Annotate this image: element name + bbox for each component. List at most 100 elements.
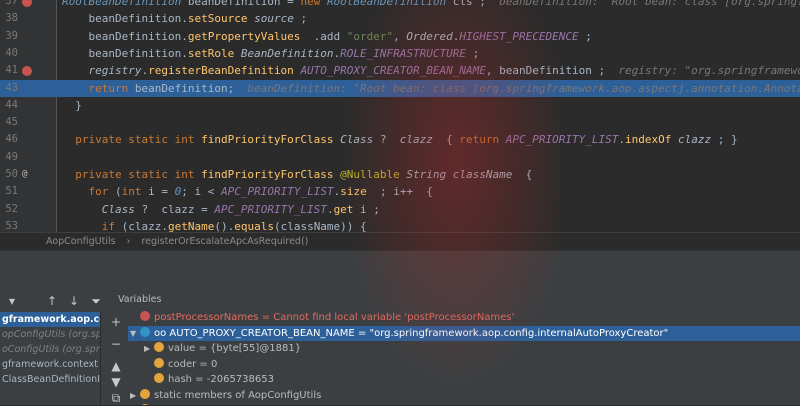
code-text[interactable]: private static int findPriorityForClass … [62, 131, 738, 148]
code-token: APC_PRIORITY_LIST [214, 202, 327, 216]
code-line[interactable]: 49 [0, 149, 800, 166]
error-icon [140, 311, 150, 321]
line-number[interactable]: 52 [0, 201, 18, 218]
copy-icon[interactable]: ⧉ [108, 390, 124, 406]
code-token: findPriorityForClass [201, 133, 334, 147]
expand-icon[interactable]: ▶ [130, 388, 140, 403]
code-text[interactable]: RootBeanDefinition beanDefinition = new … [62, 0, 800, 10]
variable-row[interactable]: postProcessorNames = Cannot find local v… [128, 310, 800, 325]
code-token: BeanDefinition [240, 46, 334, 60]
code-line[interactable]: 39 beanDefinition.getPropertyValues .add… [0, 28, 800, 45]
line-number[interactable]: 45 [0, 114, 18, 131]
code-text[interactable]: } [62, 97, 82, 114]
code-text[interactable]: Class ? clazz = APC_PRIORITY_LIST.get i … [62, 201, 380, 218]
funnel-icon[interactable]: ⏷ [88, 293, 104, 309]
code-token: indexOf [624, 133, 672, 147]
stack-frame[interactable]: gframework.aop.conf [0, 312, 100, 327]
variable-row[interactable]: ▼ oo AUTO_PROXY_CREATOR_BEAN_NAME = "org.… [128, 325, 800, 341]
code-text[interactable]: private static int findPriorityForClass … [62, 166, 532, 183]
code-text[interactable]: for (int i = 0; i < APC_PRIORITY_LIST.si… [62, 183, 432, 200]
line-number[interactable]: 37 [0, 0, 18, 10]
code-text[interactable]: return beanDefinition; beanDefinition: "… [62, 80, 800, 97]
line-number[interactable]: 40 [0, 45, 18, 62]
line-number[interactable]: 43 [0, 80, 18, 97]
variable-text: hash = -2065738653 [168, 374, 274, 385]
code-token: getPropertyValues [187, 29, 301, 43]
variable-text: AUTO_PROXY_CREATOR_BEAN_NAME = "org.spri… [169, 327, 669, 339]
variable-text: coder = 0 [168, 358, 218, 370]
line-number[interactable]: 46 [0, 131, 18, 148]
filter-icon[interactable]: ▾ [4, 293, 20, 309]
code-text[interactable]: beanDefinition.setSource source ; [62, 10, 307, 27]
stack-frame[interactable]: oConfigUtils (org.spri [0, 342, 100, 357]
code-token: { [432, 133, 460, 147]
code-line[interactable]: 41 registry.registerBeanDefinition AUTO_… [0, 62, 800, 79]
line-number[interactable]: 49 [0, 149, 18, 166]
stack-frame[interactable]: opConfigUtils (org.spr [0, 327, 100, 342]
code-token: get [333, 202, 354, 216]
code-line[interactable]: 37 RootBeanDefinition beanDefinition = ne… [0, 0, 800, 10]
code-token: { [512, 168, 533, 181]
code-line[interactable]: 40 beanDefinition.setRole BeanDefinition… [0, 45, 800, 62]
line-number[interactable]: 51 [0, 183, 18, 200]
code-token: if [62, 219, 122, 232]
code-text[interactable]: beanDefinition.getPropertyValues .add "o… [62, 28, 591, 45]
code-token: equals [234, 219, 274, 232]
down-icon[interactable]: ↓ [66, 293, 82, 309]
code-line[interactable]: 53 if (clazz.getName().equals(className)… [0, 218, 800, 232]
code-token: String [406, 168, 447, 181]
code-line[interactable]: 44 } [0, 97, 800, 114]
breadcrumb-method[interactable]: registerOrEscalateApcAsRequired() [141, 236, 308, 247]
line-number[interactable]: 53 [0, 218, 18, 232]
variable-row[interactable]: coder = 0 [128, 357, 800, 372]
code-token: new [300, 0, 327, 8]
code-line[interactable]: 45 [0, 114, 800, 131]
variable-row[interactable]: ▶ value = {byte[55]@1881} [128, 341, 800, 356]
code-line[interactable]: 51 for (int i = 0; i < APC_PRIORITY_LIST… [0, 183, 800, 200]
annotation-gutter-icon[interactable]: @ [22, 166, 32, 179]
line-number[interactable]: 39 [0, 28, 18, 45]
code-line[interactable]: 52 Class ? clazz = APC_PRIORITY_LIST.get… [0, 201, 800, 218]
code-text[interactable]: registry.registerBeanDefinition AUTO_PRO… [62, 62, 800, 79]
breakpoint-icon[interactable] [22, 0, 32, 7]
minus-icon[interactable]: − [108, 336, 124, 352]
breadcrumb-class[interactable]: AopConfigUtils [46, 236, 116, 247]
code-token: findPriorityForClass [201, 168, 334, 181]
up-arrow-icon[interactable]: ▲ [108, 358, 124, 374]
line-number[interactable]: 50 [0, 166, 18, 183]
code-token: @Nullable [340, 168, 400, 181]
frames-list[interactable]: gframework.aop.conf opConfigUtils (org.sp… [0, 312, 101, 405]
code-token: return [62, 81, 135, 95]
breakpoint-icon[interactable] [22, 66, 32, 77]
code-editor[interactable]: 37 RootBeanDefinition beanDefinition = ne… [0, 0, 800, 232]
expand-icon[interactable]: ▶ [144, 341, 154, 356]
code-text[interactable]: if (clazz.getName().equals(className)) { [62, 218, 367, 232]
code-token: (). [214, 219, 235, 232]
code-line[interactable]: 46 private static int findPriorityForCla… [0, 131, 800, 148]
variables-tree[interactable]: postProcessorNames = Cannot find local v… [128, 310, 800, 405]
stack-frame[interactable]: gframework.context [0, 357, 100, 372]
code-token: . [326, 202, 334, 216]
code-text[interactable]: beanDefinition.setRole BeanDefinition.RO… [62, 45, 479, 62]
code-line[interactable]: 43 return beanDefinition; beanDefinition… [0, 79, 800, 97]
line-number[interactable]: 38 [0, 10, 18, 27]
code-line[interactable]: 38 beanDefinition.setSource source ; [0, 10, 800, 27]
code-token: source [254, 12, 294, 26]
field-icon [154, 373, 164, 383]
code-token: Class [62, 202, 135, 216]
line-number[interactable]: 41 [0, 62, 18, 79]
line-number[interactable]: 44 [0, 97, 18, 114]
stack-frame[interactable]: ClassBeanDefinitionI [0, 372, 100, 387]
collapse-icon[interactable]: ▼ [130, 326, 140, 341]
variable-row[interactable]: ▶ static members of AopConfigUtils [128, 388, 800, 403]
up-icon[interactable]: ↑ [44, 293, 60, 309]
add-icon[interactable]: + [108, 314, 124, 330]
down-arrow-icon[interactable]: ▼ [108, 374, 124, 390]
variable-text: value = {byte[55]@1881} [168, 343, 302, 354]
code-token: ; } [711, 133, 738, 147]
variable-row[interactable]: hash = -2065738653 [128, 372, 800, 387]
code-token: , beanDefinition ; [485, 64, 619, 78]
code-token: size [340, 185, 367, 199]
code-token: i = [148, 185, 175, 199]
code-line[interactable]: 50 @ private static int findPriorityForCl… [0, 166, 800, 183]
